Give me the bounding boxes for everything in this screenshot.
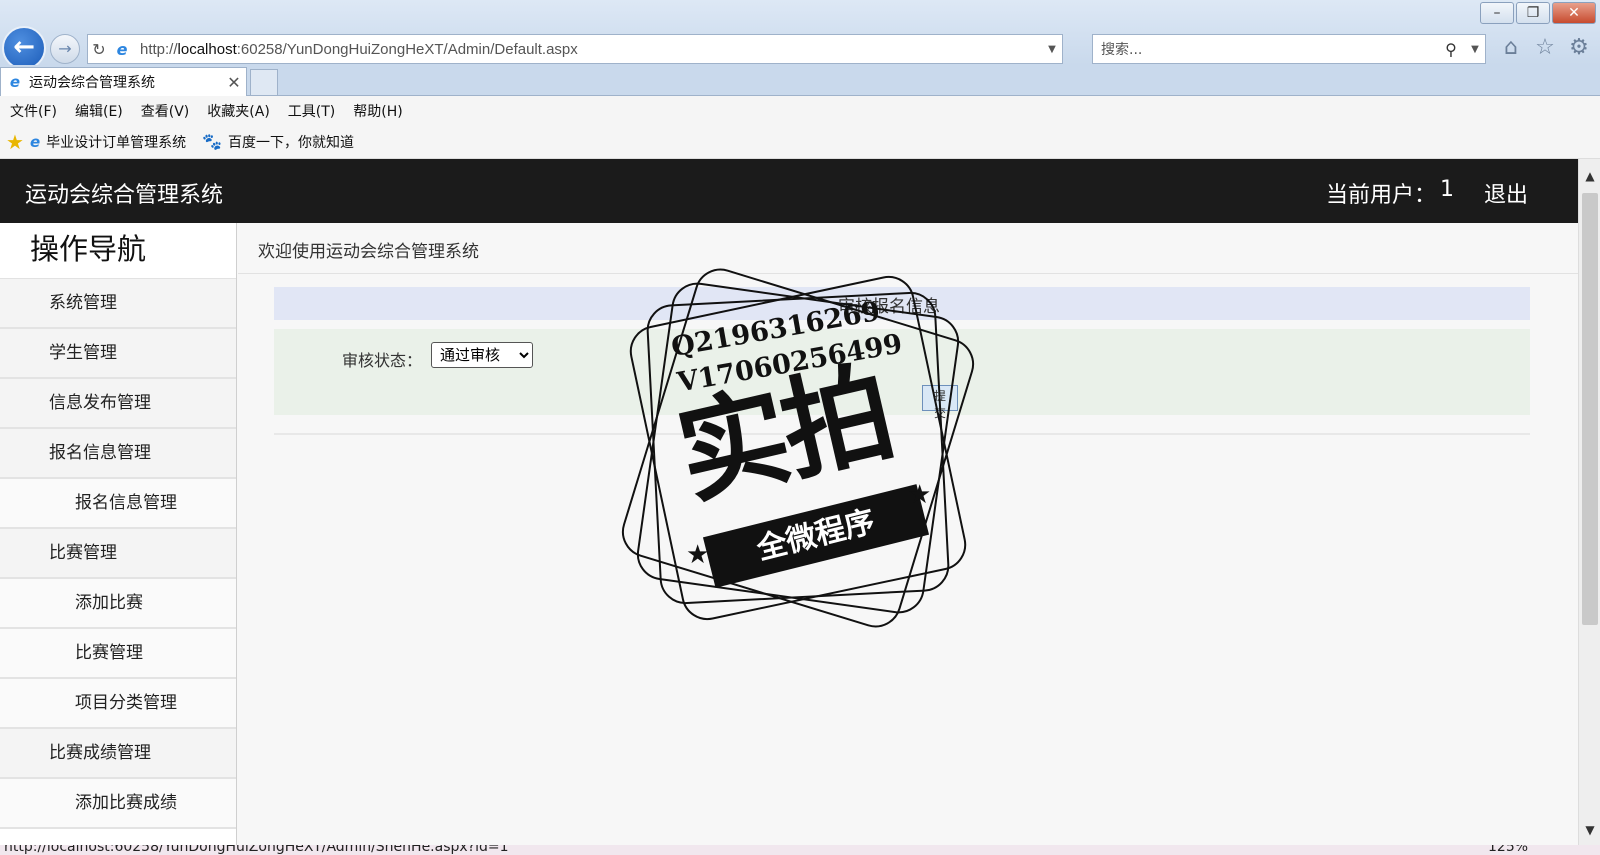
status-select[interactable]: 通过审核 (431, 342, 533, 368)
ie-logo-icon: e (29, 132, 41, 151)
favorites-star-icon[interactable]: ★ (6, 130, 24, 154)
tab-title: 运动会综合管理系统 (29, 75, 155, 91)
address-url[interactable]: http://localhost:60258/YunDongHuiZongHeX… (134, 41, 1042, 58)
sidebar-subitem-competition[interactable]: 比赛管理 (0, 629, 236, 679)
address-bar[interactable]: ↻ e http://localhost:60258/YunDongHuiZon… (87, 34, 1063, 64)
refresh-icon[interactable]: ↻ (88, 40, 110, 59)
menu-tools[interactable]: 工具(T) (288, 101, 335, 121)
current-user-label: 当前用户： (1326, 183, 1437, 208)
back-button[interactable]: ← (2, 26, 46, 70)
search-icon[interactable]: ⚲ (1437, 40, 1465, 59)
menu-favorites[interactable]: 收藏夹(A) (207, 101, 270, 121)
status-bar: http://localhost:60258/YunDongHuiZongHeX… (0, 845, 1600, 855)
sidebar-subitem-registration[interactable]: 报名信息管理 (0, 479, 236, 529)
status-url: http://localhost:60258/YunDongHuiZongHeX… (4, 845, 509, 855)
favorite-link-graduation[interactable]: 毕业设计订单管理系统 (46, 132, 186, 152)
status-label: 审核状态： (342, 351, 423, 370)
welcome-text: 欢迎使用运动会综合管理系统 (258, 242, 479, 262)
forward-button[interactable]: → (50, 34, 80, 64)
site-title: 运动会综合管理系统 (25, 183, 224, 208)
favorites-bar: ★ e 毕业设计订单管理系统 🐾 百度一下，你就知道 (0, 125, 1600, 159)
star-icon[interactable]: ☆ (1532, 34, 1558, 62)
sidebar-subitem-add-competition[interactable]: 添加比赛 (0, 579, 236, 629)
new-tab-button[interactable] (250, 69, 278, 96)
chevron-down-icon[interactable]: ▼ (1042, 44, 1062, 55)
sidebar-subitem-category[interactable]: 项目分类管理 (0, 679, 236, 729)
tab-current[interactable]: e 运动会综合管理系统 ✕ (0, 67, 247, 96)
chevron-down-icon[interactable]: ▼ (1465, 44, 1485, 55)
minimize-button[interactable]: – (1480, 2, 1514, 24)
sidebar-nav: 操作导航 系统管理 学生管理 信息发布管理 报名信息管理 报名信息管理 比赛管理… (0, 223, 237, 845)
search-placeholder: 搜索... (1101, 42, 1143, 58)
search-input[interactable]: 搜索... ⚲ ▼ (1092, 34, 1486, 64)
sidebar-heading: 操作导航 (0, 223, 236, 279)
sidebar-item-registration[interactable]: 报名信息管理 (0, 429, 236, 479)
star-icon: ★ (686, 540, 710, 570)
window-controls: – ❐ ✕ (1480, 2, 1596, 24)
arrow-left-icon: ← (13, 32, 35, 62)
menu-bar: 文件(F) 编辑(E) 查看(V) 收藏夹(A) 工具(T) 帮助(H) (0, 96, 1600, 125)
baidu-paw-icon: 🐾 (202, 132, 223, 151)
ie-logo-icon: e (116, 39, 128, 59)
home-icon[interactable]: ⌂ (1498, 34, 1524, 62)
arrow-right-icon: → (58, 39, 72, 58)
chevron-up-icon[interactable]: ▲ (1579, 165, 1600, 187)
star-icon: ★ (908, 480, 932, 510)
sidebar-item-students[interactable]: 学生管理 (0, 329, 236, 379)
menu-help[interactable]: 帮助(H) (353, 101, 402, 121)
menu-view[interactable]: 查看(V) (141, 101, 190, 121)
zoom-level[interactable]: 125% (1488, 845, 1528, 855)
sidebar-item-system[interactable]: 系统管理 (0, 279, 236, 329)
restore-button[interactable]: ❐ (1516, 2, 1550, 24)
watermark-stamp: Q2196316269 V17060256499 实拍 全微程序 ★ ★ (598, 248, 998, 648)
close-icon[interactable]: ✕ (222, 73, 246, 92)
close-window-button[interactable]: ✕ (1552, 2, 1596, 24)
gear-icon[interactable]: ⚙ (1566, 34, 1592, 62)
current-user-value: 1 (1440, 177, 1454, 202)
favorite-link-baidu[interactable]: 百度一下，你就知道 (228, 132, 354, 152)
menu-edit[interactable]: 编辑(E) (75, 101, 123, 121)
scroll-thumb[interactable] (1582, 193, 1598, 625)
chevron-down-icon[interactable]: ▼ (1579, 819, 1600, 841)
sidebar-item-competition[interactable]: 比赛管理 (0, 529, 236, 579)
tab-bar: e 运动会综合管理系统 ✕ (0, 65, 1600, 96)
site-header: 运动会综合管理系统 当前用户： 1 退出 (0, 159, 1578, 223)
page-scrollbar[interactable]: ▲ ▼ (1578, 159, 1600, 845)
sidebar-subitem-add-results[interactable]: 添加比赛成绩 (0, 779, 236, 829)
sidebar-item-results[interactable]: 比赛成绩管理 (0, 729, 236, 779)
menu-file[interactable]: 文件(F) (10, 101, 57, 121)
browser-toolbar: – ❐ ✕ ← → ↻ e http://localhost:60258/Yun… (0, 0, 1600, 70)
sidebar-item-info-publish[interactable]: 信息发布管理 (0, 379, 236, 429)
ie-logo-icon: e (9, 73, 21, 91)
logout-link[interactable]: 退出 (1484, 177, 1528, 209)
